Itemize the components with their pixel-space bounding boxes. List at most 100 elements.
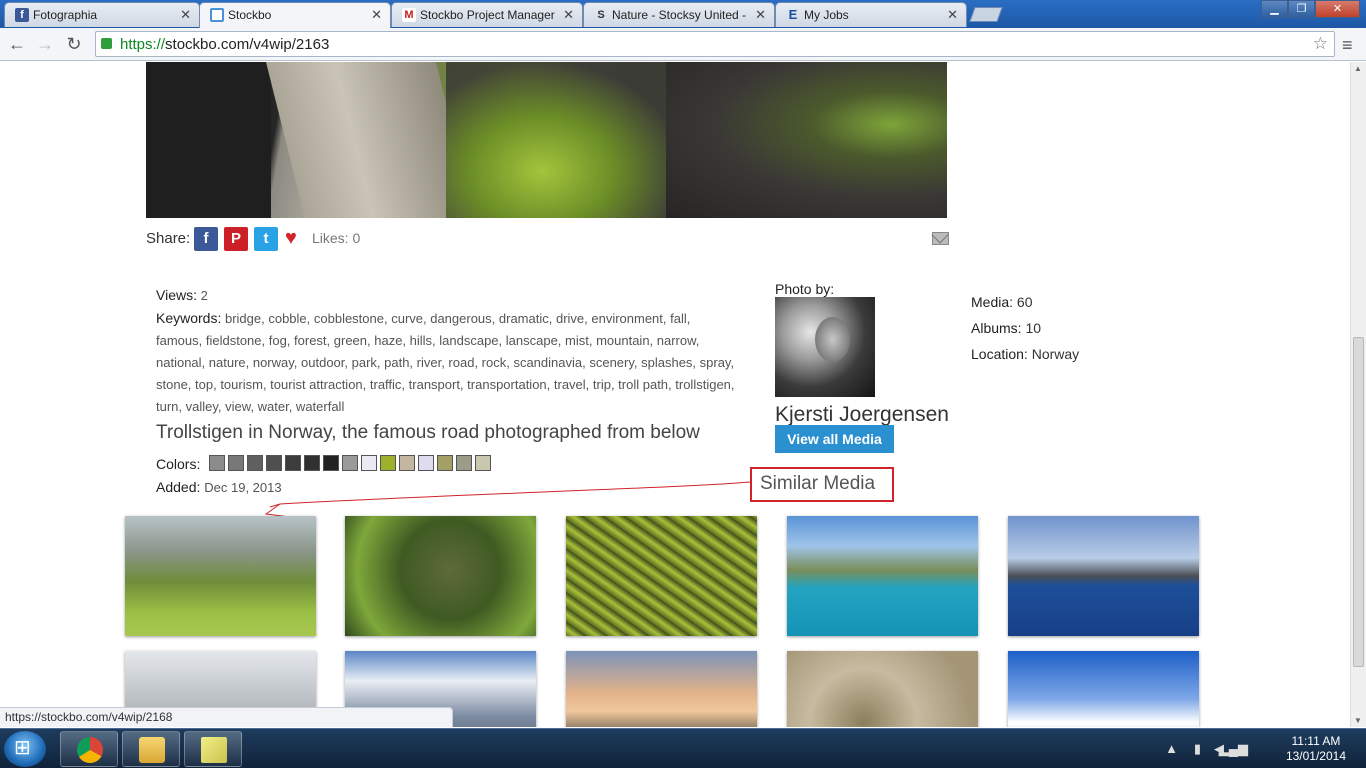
maximize-button[interactable]: ❐	[1288, 0, 1315, 18]
similar-thumbnail[interactable]	[345, 516, 536, 636]
similar-thumbnail[interactable]	[787, 516, 978, 636]
page-scrollbar[interactable]: ▲ ▼	[1350, 62, 1366, 727]
tab-label: Stockbo	[228, 8, 272, 22]
color-swatch[interactable]	[418, 455, 434, 471]
color-swatch[interactable]	[247, 455, 263, 471]
twitter-share-icon[interactable]: t	[254, 227, 278, 251]
clock-date: 13/01/2014	[1285, 749, 1346, 763]
tab-stocksy[interactable]: S Nature - Stocksy United - ✕	[583, 2, 775, 27]
window-controls: ▁ ❐ ✕	[1261, 0, 1360, 18]
lock-icon	[101, 38, 112, 49]
tab-fotographia[interactable]: f Fotographia ✕	[4, 2, 200, 27]
url-scheme: https://	[120, 36, 166, 53]
keywords-label: Keywords:	[156, 310, 222, 326]
color-swatch[interactable]	[228, 455, 244, 471]
forward-button[interactable]: →	[33, 33, 57, 55]
taskbar-sticky-notes[interactable]	[184, 731, 242, 767]
tray-expand-icon[interactable]: ▲	[1165, 741, 1178, 756]
network-icon[interactable]: ▂▄▆	[1219, 741, 1248, 757]
similar-thumbnail[interactable]	[566, 516, 757, 636]
chrome-icon	[77, 737, 103, 763]
color-swatch[interactable]	[475, 455, 491, 471]
views-value: 2	[200, 288, 208, 303]
tab-label: Nature - Stocksy United -	[612, 8, 747, 22]
location-value: Norway	[1031, 346, 1080, 362]
view-all-media-button[interactable]: View all Media	[775, 425, 894, 453]
photographer-avatar[interactable]	[775, 297, 875, 397]
close-icon[interactable]: ✕	[180, 7, 191, 23]
location-label: Location:	[971, 346, 1028, 362]
close-icon[interactable]: ✕	[755, 7, 766, 23]
color-swatch[interactable]	[285, 455, 301, 471]
color-swatch[interactable]	[437, 455, 453, 471]
window-close-button[interactable]: ✕	[1315, 0, 1360, 18]
tab-my-jobs[interactable]: E My Jobs ✕	[775, 2, 967, 27]
color-swatch[interactable]	[304, 455, 320, 471]
chrome-menu-icon[interactable]: ≡	[1342, 35, 1353, 56]
page-viewport: Share: f P t ♥ Likes: 0 Views: 2 Keyword…	[0, 62, 1350, 727]
main-photo	[146, 62, 947, 218]
color-swatches	[209, 455, 494, 471]
likes-count: Likes: 0	[312, 230, 361, 246]
color-swatch[interactable]	[342, 455, 358, 471]
address-bar[interactable]: https://stockbo.com/v4wip/2163 ☆	[95, 31, 1335, 57]
close-icon[interactable]: ✕	[563, 7, 574, 23]
media-count: 60	[1016, 294, 1033, 310]
keywords-value: bridge, cobble, cobblestone, curve, dang…	[156, 311, 735, 414]
facebook-icon: f	[15, 8, 29, 22]
taskbar: ▲ ▮ ◀ ▂▄▆ 11:11 AM 13/01/2014	[0, 728, 1366, 768]
status-bar: https://stockbo.com/v4wip/2168	[0, 707, 453, 727]
media-details: Views: 2 Keywords: bridge, cobble, cobbl…	[156, 284, 736, 418]
bookmark-star-icon[interactable]: ☆	[1313, 34, 1328, 54]
similar-thumbnail[interactable]	[1008, 516, 1199, 636]
stockbo-icon	[210, 8, 224, 22]
color-swatch[interactable]	[266, 455, 282, 471]
share-label: Share:	[146, 230, 191, 247]
color-swatch[interactable]	[323, 455, 339, 471]
similar-media-heading: Similar Media	[750, 467, 894, 502]
added-label: Added:	[156, 479, 201, 495]
browser-toolbar: ← → ↻ https://stockbo.com/v4wip/2163 ☆	[0, 28, 1366, 61]
views-label: Views:	[156, 287, 197, 303]
start-button[interactable]	[4, 731, 46, 767]
tab-stockbo[interactable]: Stockbo ✕	[199, 2, 391, 28]
color-swatch[interactable]	[361, 455, 377, 471]
close-icon[interactable]: ✕	[947, 7, 958, 23]
scroll-thumb[interactable]	[1353, 337, 1364, 667]
media-title: Trollstigen in Norway, the famous road p…	[156, 422, 700, 443]
color-swatch[interactable]	[209, 455, 225, 471]
tab-stockbo-pm[interactable]: M Stockbo Project Manager ✕	[391, 2, 583, 27]
battery-icon[interactable]: ▮	[1194, 741, 1201, 757]
reload-button[interactable]: ↻	[62, 33, 86, 55]
albums-count: 10	[1025, 320, 1042, 336]
back-button[interactable]: ←	[5, 33, 29, 55]
taskbar-chrome[interactable]	[60, 731, 118, 767]
mail-icon[interactable]	[932, 232, 949, 245]
scroll-down-icon[interactable]: ▼	[1354, 716, 1362, 725]
taskbar-clock[interactable]: 11:11 AM 13/01/2014	[1286, 734, 1346, 764]
taskbar-explorer[interactable]	[122, 731, 180, 767]
similar-thumbnail[interactable]	[125, 516, 316, 636]
new-tab-button[interactable]	[969, 7, 1003, 22]
photo-by-label: Photo by:	[775, 281, 835, 297]
facebook-share-icon[interactable]: f	[194, 227, 218, 251]
color-swatch[interactable]	[456, 455, 472, 471]
similar-thumbnail[interactable]	[566, 651, 757, 727]
color-swatch[interactable]	[380, 455, 396, 471]
media-label: Media:	[971, 294, 1014, 310]
tab-label: Fotographia	[33, 8, 98, 22]
tab-strip: f Fotographia ✕ Stockbo ✕ M Stockbo Proj…	[0, 0, 1366, 28]
pinterest-share-icon[interactable]: P	[224, 227, 248, 251]
colors-label: Colors:	[156, 456, 201, 472]
url-path: stockbo.com/v4wip/2163	[165, 36, 330, 53]
folder-icon	[139, 737, 165, 763]
scroll-up-icon[interactable]: ▲	[1354, 64, 1362, 73]
close-icon[interactable]: ✕	[371, 7, 382, 23]
heart-icon[interactable]: ♥	[285, 227, 297, 249]
color-swatch[interactable]	[399, 455, 415, 471]
annotation-arrow	[264, 481, 751, 518]
similar-thumbnail[interactable]	[787, 651, 978, 727]
photographer-name[interactable]: Kjersti Joergensen	[775, 403, 949, 427]
minimize-button[interactable]: ▁	[1261, 0, 1288, 18]
similar-thumbnail[interactable]	[1008, 651, 1199, 727]
